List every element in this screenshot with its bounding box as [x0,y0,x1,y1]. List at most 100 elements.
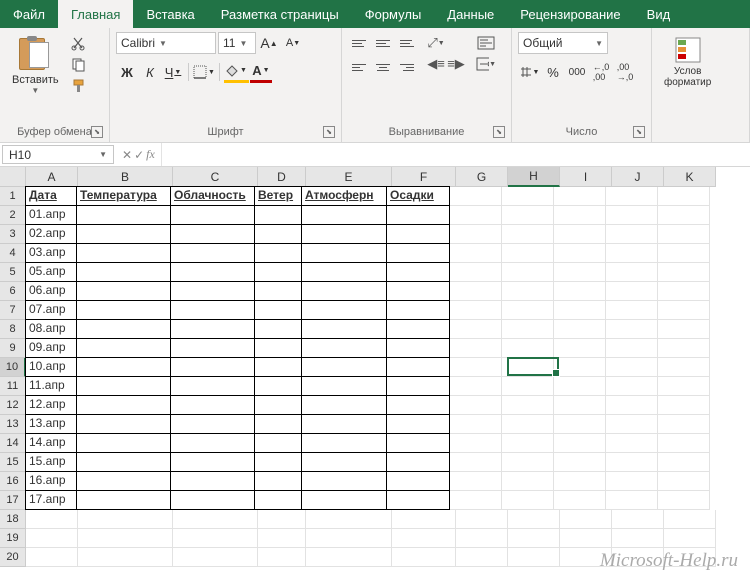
cell-K15[interactable] [658,453,710,472]
cell-E13[interactable] [301,414,387,434]
cell-E7[interactable] [301,300,387,320]
row-header-20[interactable]: 20 [0,548,26,567]
cell-J15[interactable] [606,453,658,472]
cell-K5[interactable] [658,263,710,282]
cell-K6[interactable] [658,282,710,301]
cell-K4[interactable] [658,244,710,263]
col-header-J[interactable]: J [612,167,664,187]
font-launcher[interactable]: ⬊ [323,126,335,138]
cell-A7[interactable]: 07.апр [25,300,77,320]
cell-A15[interactable]: 15.апр [25,452,77,472]
cell-G2[interactable] [450,206,502,225]
cell-K7[interactable] [658,301,710,320]
cell-D4[interactable] [254,243,302,263]
cell-C16[interactable] [170,471,255,491]
cell-A16[interactable]: 16.апр [25,471,77,491]
cell-F6[interactable] [386,281,450,301]
col-header-B[interactable]: B [78,167,173,187]
bold-button[interactable]: Ж [116,61,138,83]
cell-B14[interactable] [76,433,171,453]
cell-D1[interactable]: Ветер [254,186,302,206]
cell-B16[interactable] [76,471,171,491]
cell-C2[interactable] [170,205,255,225]
cell-C19[interactable] [173,529,258,548]
row-header-5[interactable]: 5 [0,263,26,282]
cell-G16[interactable] [450,472,502,491]
cell-G14[interactable] [450,434,502,453]
cell-J6[interactable] [606,282,658,301]
cell-H12[interactable] [502,396,554,415]
cell-F4[interactable] [386,243,450,263]
cell-C6[interactable] [170,281,255,301]
cell-J3[interactable] [606,225,658,244]
cell-C1[interactable]: Облачность [170,186,255,206]
cell-D9[interactable] [254,338,302,358]
cell-C8[interactable] [170,319,255,339]
cell-D12[interactable] [254,395,302,415]
cell-I6[interactable] [554,282,606,301]
cell-H17[interactable] [502,491,554,510]
cell-D17[interactable] [254,490,302,510]
format-painter-button[interactable] [69,76,89,94]
cell-I4[interactable] [554,244,606,263]
cell-I10[interactable] [554,358,606,377]
cell-K18[interactable] [664,510,716,529]
cell-E2[interactable] [301,205,387,225]
name-box[interactable]: H10▼ [2,145,114,164]
enter-formula-button[interactable]: ✓ [134,148,144,162]
cell-A4[interactable]: 03.апр [25,243,77,263]
tab-данные[interactable]: Данные [434,0,507,28]
cell-J11[interactable] [606,377,658,396]
cell-K12[interactable] [658,396,710,415]
cell-I18[interactable] [560,510,612,529]
cell-C17[interactable] [170,490,255,510]
cell-J16[interactable] [606,472,658,491]
cell-H2[interactable] [502,206,554,225]
cell-D8[interactable] [254,319,302,339]
decrease-decimal-button[interactable]: ,00→,0 [614,61,636,83]
cell-G19[interactable] [456,529,508,548]
cell-A2[interactable]: 01.апр [25,205,77,225]
conditional-format-button[interactable]: Условформатир [658,32,717,136]
cell-F9[interactable] [386,338,450,358]
align-left-button[interactable] [348,56,370,78]
col-header-H[interactable]: H [508,167,560,187]
cell-E15[interactable] [301,452,387,472]
cell-E10[interactable] [301,357,387,377]
cell-F20[interactable] [392,548,456,567]
cell-H4[interactable] [502,244,554,263]
align-bottom-button[interactable] [396,32,418,54]
tab-вид[interactable]: Вид [634,0,684,28]
cell-F14[interactable] [386,433,450,453]
cell-I15[interactable] [554,453,606,472]
row-header-2[interactable]: 2 [0,206,26,225]
cell-D15[interactable] [254,452,302,472]
number-format-combo[interactable]: Общий▼ [518,32,608,54]
cell-B2[interactable] [76,205,171,225]
cell-A5[interactable]: 05.апр [25,262,77,282]
cell-C11[interactable] [170,376,255,396]
cell-H11[interactable] [502,377,554,396]
cell-B18[interactable] [78,510,173,529]
cell-K20[interactable] [664,548,716,567]
row-header-17[interactable]: 17 [0,491,26,510]
col-header-C[interactable]: C [173,167,258,187]
cut-button[interactable] [69,34,89,52]
cell-B5[interactable] [76,262,171,282]
cell-G9[interactable] [450,339,502,358]
cell-G11[interactable] [450,377,502,396]
cell-J9[interactable] [606,339,658,358]
cell-B10[interactable] [76,357,171,377]
cell-F8[interactable] [386,319,450,339]
cell-I2[interactable] [554,206,606,225]
fx-button[interactable]: fx [146,147,155,162]
cell-C9[interactable] [170,338,255,358]
cell-F7[interactable] [386,300,450,320]
cell-J18[interactable] [612,510,664,529]
merge-button[interactable]: ▼ [476,55,496,73]
cell-F18[interactable] [392,510,456,529]
paste-button[interactable]: Вставить ▼ [6,32,65,124]
cell-J13[interactable] [606,415,658,434]
cell-E1[interactable]: Атмосферн [301,186,387,206]
cell-J1[interactable] [606,187,658,206]
